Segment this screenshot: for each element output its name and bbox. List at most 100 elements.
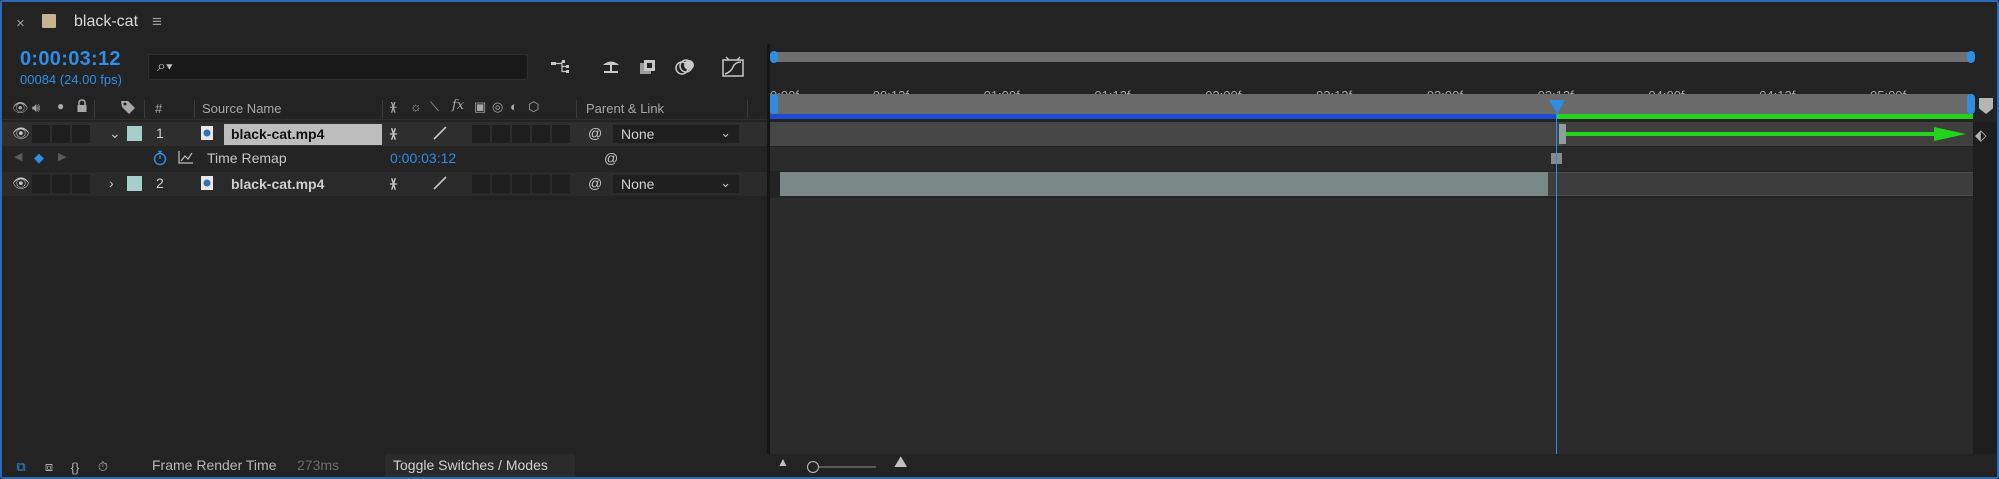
chevron-down-icon: ⌄ (720, 125, 731, 140)
parent-dropdown[interactable]: None ⌄ (612, 124, 740, 144)
time-remap-value[interactable]: 0:00:03:12 (390, 150, 456, 166)
render-cache-indicator (1556, 114, 1973, 119)
visibility-eye-icon[interactable]: 👁 (12, 175, 30, 192)
video-visibility-icon[interactable]: 👁 (12, 100, 29, 116)
composition-flowchart-icon[interactable] (548, 54, 574, 80)
time-remap-label: Time Remap (207, 150, 287, 166)
work-area-end-handle[interactable] (1967, 94, 1975, 114)
audio-icon[interactable]: 🔊︎ (32, 100, 40, 116)
solo-toggle[interactable] (52, 175, 70, 193)
time-remap-track[interactable] (770, 147, 1997, 171)
zoom-in-icon[interactable]: ⛰ (894, 454, 907, 472)
graph-editor-icon[interactable] (720, 54, 746, 80)
graph-icon[interactable] (178, 150, 194, 167)
solo-icon[interactable]: ● (57, 99, 64, 113)
lock-toggle[interactable] (72, 175, 90, 193)
shy-switch-icon[interactable]: ᚕ (390, 125, 397, 142)
layer-1-in-point-handle[interactable] (1559, 124, 1566, 144)
3d-layer-icon[interactable]: ⬡ (528, 99, 539, 115)
quality-switch-icon[interactable] (432, 125, 448, 144)
label-color-swatch[interactable] (127, 126, 142, 141)
effects-fx-icon[interactable]: fx (452, 98, 464, 113)
frame-render-label: Frame Render Time (152, 457, 277, 473)
audio-toggle[interactable] (32, 125, 50, 143)
playhead-line[interactable] (1556, 104, 1557, 454)
in-out-duration-icon[interactable]: {} (66, 458, 84, 476)
draft-3d-icon[interactable] (598, 54, 624, 80)
prev-keyframe-icon[interactable]: ◀ (14, 150, 22, 163)
3d-switch[interactable] (552, 125, 570, 143)
shy-switch-icon[interactable]: ᚕ (390, 175, 397, 192)
frame-blend-switch[interactable] (492, 175, 510, 193)
navigator-start-handle[interactable] (770, 51, 778, 63)
time-navigator-bar[interactable] (770, 52, 1973, 62)
pick-whip-icon[interactable]: @ (588, 175, 602, 191)
zoom-slider-thumb[interactable] (807, 461, 819, 473)
audio-toggle[interactable] (32, 175, 50, 193)
column-parent-link-header: Parent & Link (586, 101, 665, 116)
comp-marker-bin-icon[interactable]: ⬖ (1975, 126, 1987, 144)
layer-2-bar-fill[interactable] (780, 172, 1548, 196)
search-input[interactable] (179, 57, 519, 77)
work-area-bar[interactable] (770, 94, 1973, 114)
stopwatch-icon[interactable] (152, 150, 168, 169)
motion-blur-switch[interactable] (512, 175, 530, 193)
render-time-icon[interactable]: ⏱ (94, 458, 112, 476)
quality-icon[interactable]: ⟍ (430, 99, 439, 115)
pick-whip-icon[interactable]: @ (588, 125, 602, 141)
fx-switch[interactable] (472, 175, 490, 193)
quality-switch-icon[interactable] (432, 175, 448, 194)
lock-icon[interactable] (76, 99, 88, 116)
lock-toggle[interactable] (72, 125, 90, 143)
zoom-out-icon[interactable]: ▲ (777, 455, 789, 469)
layer-switches-icon[interactable]: ⧉ (12, 458, 30, 476)
add-keyframe-icon[interactable]: ◆ (34, 150, 44, 166)
transfer-controls-icon[interactable]: ⧈ (40, 458, 58, 476)
label-color-swatch[interactable] (127, 176, 142, 191)
label-tag-icon[interactable] (120, 99, 136, 118)
motion-blur-switch[interactable] (512, 125, 530, 143)
adjustment-switch[interactable] (532, 125, 550, 143)
timeline-empty-area[interactable] (770, 198, 1973, 454)
layer-number: 1 (156, 125, 164, 141)
composition-swatch (42, 14, 56, 28)
time-remap-row: ◀ ◆ ▶ Time Remap 0:00:03:12 @ (2, 147, 767, 171)
shy-icon[interactable]: ᚕ (390, 99, 396, 115)
frame-blend-switch-icon[interactable]: ▣ (474, 99, 486, 115)
solo-toggle[interactable] (52, 125, 70, 143)
layer-row[interactable]: 👁 › 2 black-cat.mp4 ᚕ @ None ⌄ (2, 172, 767, 196)
fx-switch[interactable] (472, 125, 490, 143)
parent-dropdown[interactable]: None ⌄ (612, 174, 740, 194)
timeline-area[interactable]: 0:00f00:12f01:00f01:12f02:00f02:12f03:00… (770, 44, 1997, 454)
timeline-right-gutter (1973, 122, 1997, 454)
time-remap-arrow (1566, 127, 1966, 141)
frame-blend-switch[interactable] (492, 125, 510, 143)
column-source-name-header[interactable]: Source Name (202, 101, 281, 116)
adjustment-layer-icon[interactable]: ◐ (510, 99, 518, 114)
chevron-right-icon[interactable]: › (109, 175, 114, 191)
chevron-down-icon[interactable]: ⌄ (109, 125, 121, 142)
composition-tab-title[interactable]: black-cat (74, 13, 138, 31)
work-area-start-handle[interactable] (770, 94, 778, 114)
panel-menu-icon[interactable]: ≡ (152, 12, 162, 32)
collapse-transform-icon[interactable]: ☼ (410, 99, 422, 114)
layer-row[interactable]: 👁 ⌄ 1 black-cat.mp4 ᚕ @ None ⌄ (2, 122, 767, 146)
current-time-display[interactable]: 0:00:03:12 (20, 48, 121, 71)
pick-whip-icon[interactable]: @ (604, 150, 618, 166)
close-tab-icon[interactable]: × (16, 15, 25, 32)
layer-name[interactable]: black-cat.mp4 (224, 124, 382, 145)
toggle-switches-modes-button[interactable]: Toggle Switches / Modes (385, 454, 575, 477)
adjustment-switch[interactable] (532, 175, 550, 193)
layer-number: 2 (156, 175, 164, 191)
motion-blur-icon[interactable] (672, 54, 698, 80)
visibility-eye-icon[interactable]: 👁 (12, 125, 30, 142)
frame-blending-icon[interactable] (636, 54, 662, 80)
panel-tab-bar: × black-cat ≡ (2, 2, 1997, 44)
motion-blur-switch-icon[interactable]: ◎ (492, 99, 503, 115)
layer-name[interactable]: black-cat.mp4 (224, 176, 324, 192)
playhead-handle[interactable] (1549, 100, 1565, 114)
navigator-end-handle[interactable] (1967, 51, 1975, 63)
3d-switch[interactable] (552, 175, 570, 193)
layer-search-field[interactable]: ⌕▾ (148, 54, 528, 80)
next-keyframe-icon[interactable]: ▶ (58, 150, 66, 163)
